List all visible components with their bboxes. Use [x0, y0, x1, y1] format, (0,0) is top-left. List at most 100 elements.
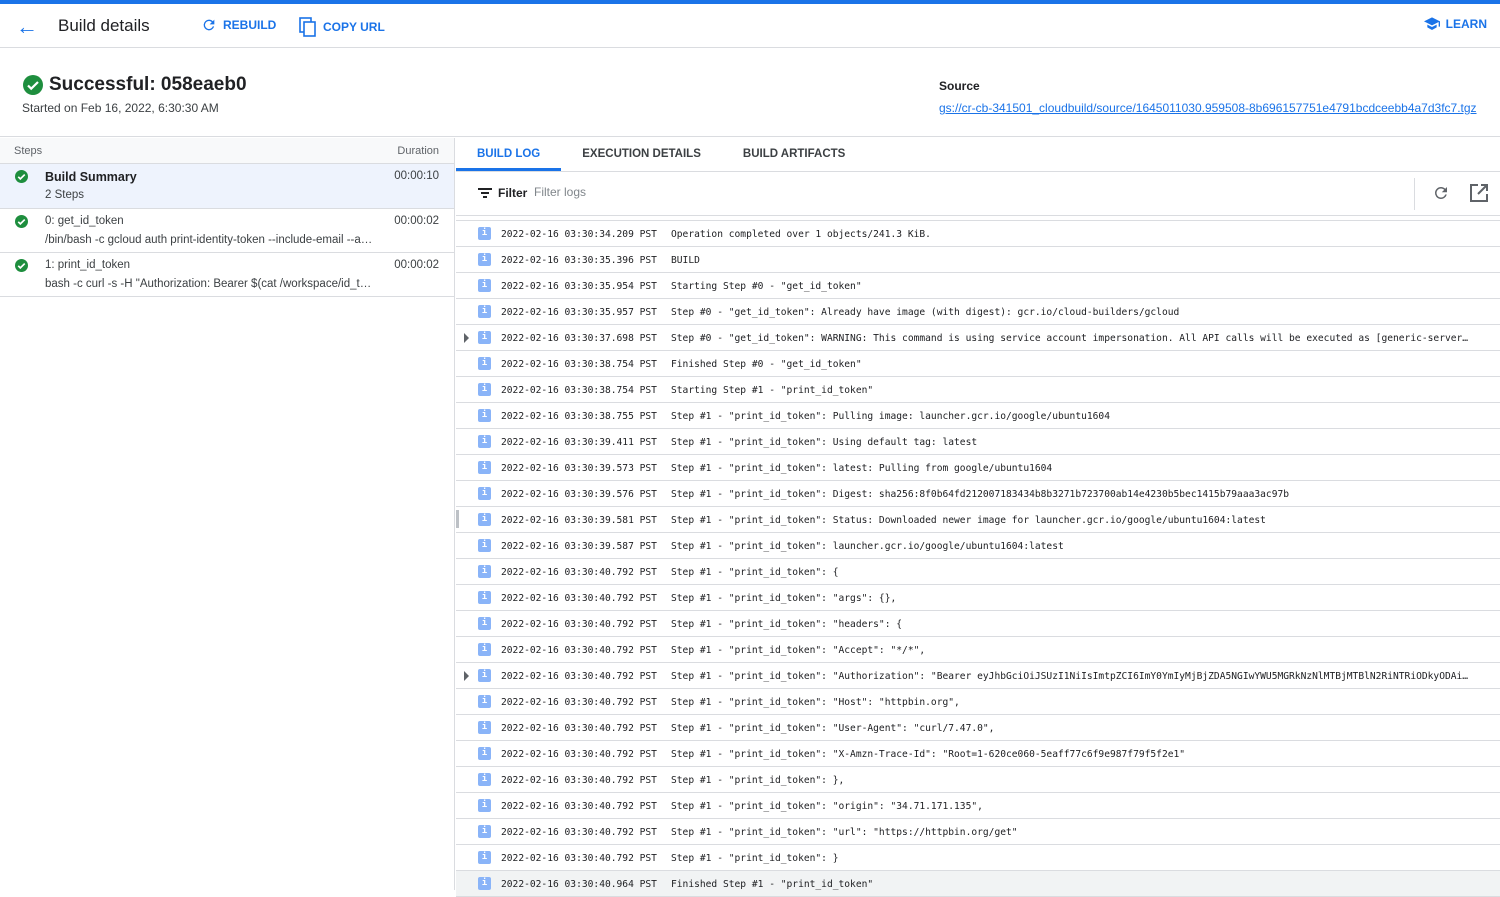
info-icon: i [478, 435, 491, 448]
source-link[interactable]: gs://cr-cb-341501_cloudbuild/source/1645… [939, 101, 1477, 115]
log-message: Starting Step #0 - "get_id_token" [671, 281, 862, 292]
log-timestamp: 2022-02-16 03:30:40.792 PST [501, 853, 657, 864]
log-timestamp: 2022-02-16 03:30:39.576 PST [501, 489, 657, 500]
refresh-icon [203, 19, 215, 31]
log-list: i 2022-02-16 03:30:34.209 PST Operation … [456, 220, 1500, 897]
log-row[interactable]: i 2022-02-16 03:30:35.396 PST BUILD [456, 247, 1500, 273]
back-arrow-icon[interactable]: ← [16, 14, 38, 40]
info-icon: i [478, 565, 491, 578]
log-row[interactable]: i 2022-02-16 03:30:40.792 PST Step #1 - … [456, 663, 1500, 689]
start-time: Started on Feb 16, 2022, 6:30:30 AM [22, 101, 219, 115]
log-timestamp: 2022-02-16 03:30:39.411 PST [501, 437, 657, 448]
log-timestamp: 2022-02-16 03:30:40.792 PST [501, 801, 657, 812]
school-icon [1423, 17, 1440, 30]
build-summary-header: Successful: 058eaeb0 Started on Feb 16, … [0, 48, 1500, 137]
log-timestamp: 2022-02-16 03:30:40.964 PST [501, 879, 657, 890]
log-timestamp: 2022-02-16 03:30:34.209 PST [501, 229, 657, 240]
log-panel: BUILD LOG EXECUTION DETAILS BUILD ARTIFA… [456, 138, 1500, 897]
log-timestamp: 2022-02-16 03:30:39.581 PST [501, 515, 657, 526]
log-message: Step #1 - "print_id_token": "Accept": "*… [671, 645, 926, 656]
log-row[interactable]: i 2022-02-16 03:30:39.576 PST Step #1 - … [456, 481, 1500, 507]
log-row[interactable]: i 2022-02-16 03:30:40.792 PST Step #1 - … [456, 793, 1500, 819]
log-message: Step #0 - "get_id_token": Already have i… [671, 307, 1180, 318]
log-row[interactable]: i 2022-02-16 03:30:40.792 PST Step #1 - … [456, 611, 1500, 637]
log-row[interactable]: i 2022-02-16 03:30:34.209 PST Operation … [456, 221, 1500, 247]
log-row[interactable]: i 2022-02-16 03:30:38.754 PST Starting S… [456, 377, 1500, 403]
log-row[interactable]: i 2022-02-16 03:30:38.755 PST Step #1 - … [456, 403, 1500, 429]
log-timestamp: 2022-02-16 03:30:40.792 PST [501, 619, 657, 630]
info-icon: i [478, 773, 491, 786]
log-timestamp: 2022-02-16 03:30:35.396 PST [501, 255, 657, 266]
log-timestamp: 2022-02-16 03:30:39.587 PST [501, 541, 657, 552]
step-command: bash -c curl -s -H "Authorization: Beare… [45, 278, 372, 290]
tab-build-log[interactable]: BUILD LOG [456, 138, 562, 171]
check-circle-icon [23, 75, 43, 95]
info-icon: i [478, 279, 491, 292]
log-timestamp: 2022-02-16 03:30:40.792 PST [501, 697, 657, 708]
log-timestamp: 2022-02-16 03:30:35.957 PST [501, 307, 657, 318]
duration-column-header: Duration [397, 144, 439, 157]
step-name: 1: print_id_token [45, 259, 131, 271]
log-row[interactable]: i 2022-02-16 03:30:39.411 PST Step #1 - … [456, 429, 1500, 455]
copy-url-button[interactable]: COPY URL [299, 17, 385, 37]
log-row[interactable]: i 2022-02-16 03:30:38.754 PST Finished S… [456, 351, 1500, 377]
log-row[interactable]: i 2022-02-16 03:30:40.792 PST Step #1 - … [456, 585, 1500, 611]
log-message: Step #1 - "print_id_token": }, [671, 775, 845, 786]
info-icon: i [478, 383, 491, 396]
info-icon: i [478, 825, 491, 838]
tab-bar: BUILD LOG EXECUTION DETAILS BUILD ARTIFA… [456, 138, 1500, 172]
log-message: Operation completed over 1 objects/241.3… [671, 229, 931, 240]
steps-header: Steps Duration [0, 138, 454, 164]
rebuild-button[interactable]: REBUILD [201, 17, 276, 33]
log-timestamp: 2022-02-16 03:30:40.792 PST [501, 749, 657, 760]
log-message: Finished Step #0 - "get_id_token" [671, 359, 862, 370]
filter-bar: Filter [456, 172, 1500, 216]
log-message: Step #1 - "print_id_token": Pulling imag… [671, 411, 1110, 422]
learn-button[interactable]: LEARN [1423, 17, 1487, 31]
expand-triangle-icon[interactable] [464, 671, 469, 681]
step-item[interactable]: 1: print_id_token bash -c curl -s -H "Au… [0, 253, 454, 297]
log-message: Step #1 - "print_id_token": Status: Down… [671, 515, 1266, 526]
log-row[interactable]: i 2022-02-16 03:30:35.957 PST Step #0 - … [456, 299, 1500, 325]
log-row[interactable]: i 2022-02-16 03:30:40.792 PST Step #1 - … [456, 559, 1500, 585]
log-message: Step #1 - "print_id_token": } [671, 853, 839, 864]
divider [1414, 178, 1415, 210]
rebuild-label: REBUILD [223, 18, 277, 32]
step-name: Build Summary [45, 170, 137, 184]
log-row[interactable]: i 2022-02-16 03:30:40.792 PST Step #1 - … [456, 767, 1500, 793]
expand-triangle-icon[interactable] [464, 333, 469, 343]
check-circle-icon [15, 170, 28, 183]
step-item[interactable]: 0: get_id_token /bin/bash -c gcloud auth… [0, 209, 454, 253]
log-message: Step #1 - "print_id_token": "url": "http… [671, 827, 1018, 838]
tab-execution-details[interactable]: EXECUTION DETAILS [561, 138, 722, 171]
log-row[interactable]: i 2022-02-16 03:30:35.954 PST Starting S… [456, 273, 1500, 299]
log-message: Step #1 - "print_id_token": "Host": "htt… [671, 697, 960, 708]
step-item[interactable]: Build Summary 2 Steps 00:00:10 [0, 164, 454, 209]
open-in-new-icon[interactable] [1470, 184, 1488, 202]
log-row[interactable]: i 2022-02-16 03:30:40.964 PST Finished S… [456, 871, 1500, 897]
log-row[interactable]: i 2022-02-16 03:30:40.792 PST Step #1 - … [456, 637, 1500, 663]
info-icon: i [478, 253, 491, 266]
log-row[interactable]: i 2022-02-16 03:30:40.792 PST Step #1 - … [456, 689, 1500, 715]
resize-handle[interactable] [456, 510, 459, 528]
page-title: Build details [58, 16, 150, 35]
filter-button[interactable]: Filter [478, 186, 527, 200]
header: ← Build details REBUILD COPY URL LEARN [0, 4, 1500, 48]
step-command: /bin/bash -c gcloud auth print-identity-… [45, 234, 373, 246]
log-row[interactable]: i 2022-02-16 03:30:39.573 PST Step #1 - … [456, 455, 1500, 481]
info-icon: i [478, 669, 491, 682]
log-row[interactable]: i 2022-02-16 03:30:39.581 PST Step #1 - … [456, 507, 1500, 533]
log-row[interactable]: i 2022-02-16 03:30:37.698 PST Step #0 - … [456, 325, 1500, 351]
log-row[interactable]: i 2022-02-16 03:30:39.587 PST Step #1 - … [456, 533, 1500, 559]
filter-logs-input[interactable] [534, 185, 1334, 199]
filter-icon [478, 188, 492, 198]
log-row[interactable]: i 2022-02-16 03:30:40.792 PST Step #1 - … [456, 715, 1500, 741]
refresh-icon[interactable] [1432, 184, 1450, 202]
log-row[interactable]: i 2022-02-16 03:30:40.792 PST Step #1 - … [456, 845, 1500, 871]
log-row[interactable]: i 2022-02-16 03:30:40.792 PST Step #1 - … [456, 741, 1500, 767]
tab-build-artifacts[interactable]: BUILD ARTIFACTS [722, 138, 866, 171]
log-timestamp: 2022-02-16 03:30:40.792 PST [501, 593, 657, 604]
info-icon: i [478, 617, 491, 630]
log-row[interactable]: i 2022-02-16 03:30:40.792 PST Step #1 - … [456, 819, 1500, 845]
build-status: Successful: 058eaeb0 [23, 74, 247, 96]
